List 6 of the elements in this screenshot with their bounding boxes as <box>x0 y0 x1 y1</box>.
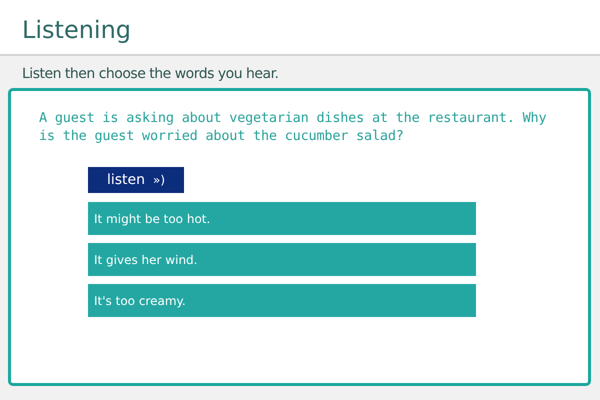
instruction-text: Listen then choose the words you hear. <box>22 66 280 82</box>
answer-option[interactable]: It might be too hot. <box>88 202 476 235</box>
answer-option[interactable]: It gives her wind. <box>88 243 476 276</box>
question-text: A guest is asking about vegetarian dishes at the restaurant. Why is the guest worried about the cucumber salad? <box>39 109 548 145</box>
answer-option[interactable]: It's too creamy. <box>88 284 476 317</box>
listen-button[interactable]: listen ») <box>88 167 184 193</box>
